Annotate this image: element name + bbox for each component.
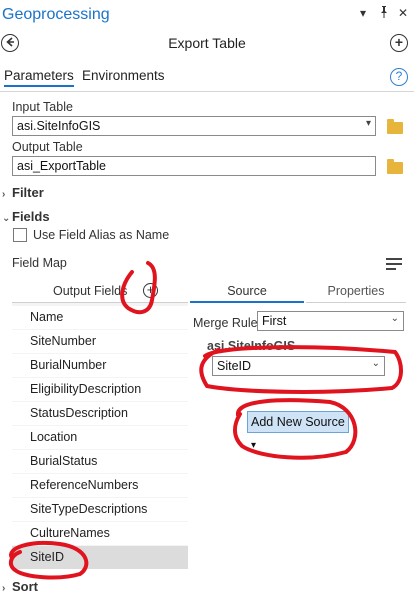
source-field-select[interactable]: SiteID ⌄ [212, 356, 385, 376]
output-fields-header-label: Output Fields [53, 284, 128, 298]
close-icon[interactable]: ✕ [398, 6, 408, 20]
source-field-value: SiteID [217, 359, 252, 373]
fields-section-header[interactable]: ⌄ Fields [2, 209, 50, 224]
pane-title-bar: Geoprocessing ▾ ✕ [0, 0, 414, 30]
source-table-label: asi.SiteInfoGIS [207, 339, 296, 353]
filter-section-header[interactable]: › Filter [2, 185, 44, 200]
tool-name: Export Table [168, 35, 246, 51]
add-circle-icon[interactable]: + [390, 34, 408, 52]
sort-section-header[interactable]: › Sort [2, 579, 38, 594]
list-item[interactable]: StatusDescription [12, 402, 188, 425]
merge-rule-label: Merge Rule [193, 316, 258, 330]
tab-strip: Parameters Environments ? [0, 66, 414, 90]
chevron-down-icon[interactable]: ⌄ [391, 313, 399, 324]
use-field-alias-label: Use Field Alias as Name [33, 228, 170, 242]
list-item[interactable]: SiteTypeDescriptions [12, 498, 188, 521]
chevron-down-icon: ⌄ [2, 213, 11, 224]
input-table-label: Input Table [12, 100, 73, 114]
list-item[interactable]: BurialNumber [12, 354, 188, 377]
tab-parameters[interactable]: Parameters [4, 68, 74, 87]
use-field-alias-checkbox[interactable] [13, 228, 27, 242]
list-item[interactable]: Location [12, 426, 188, 449]
input-table-field[interactable]: asi.SiteInfoGIS ▾ [12, 116, 376, 136]
tool-header: Export Table + [0, 32, 414, 56]
list-item[interactable]: CultureNames [12, 522, 188, 545]
tab-divider [0, 91, 414, 92]
pane-menu-icon[interactable]: ▾ [360, 6, 366, 20]
list-item[interactable]: SiteNumber [12, 330, 188, 353]
tab-source[interactable]: Source [190, 279, 304, 303]
output-table-value: asi_ExportTable [17, 159, 106, 173]
add-new-source-label: Add New Source [251, 415, 345, 429]
list-item[interactable]: EligibilityDescription [12, 378, 188, 401]
field-map-label: Field Map [12, 256, 67, 270]
chevron-right-icon: › [2, 583, 6, 594]
chevron-down-icon[interactable]: ⌄ [372, 358, 380, 369]
output-table-field[interactable]: asi_ExportTable [12, 156, 376, 176]
input-table-value: asi.SiteInfoGIS [17, 119, 101, 133]
add-field-icon[interactable]: + [143, 283, 158, 298]
filter-label: Filter [12, 185, 44, 200]
help-icon[interactable]: ? [390, 68, 408, 86]
merge-rule-value: First [262, 314, 287, 328]
tab-environments[interactable]: Environments [82, 68, 165, 83]
list-item[interactable]: ReferenceNumbers [12, 474, 188, 497]
chevron-down-icon: ▾ [251, 440, 257, 451]
field-map-options-icon[interactable] [386, 258, 402, 274]
output-fields-header: Output Fields + [12, 279, 188, 303]
list-item-selected[interactable]: SiteID [12, 546, 188, 569]
sort-label: Sort [12, 579, 38, 594]
list-item[interactable]: BurialStatus [12, 450, 188, 473]
list-item[interactable]: Name [12, 306, 188, 329]
folder-icon[interactable] [387, 119, 403, 134]
merge-rule-select[interactable]: First ⌄ [257, 311, 404, 331]
tab-properties[interactable]: Properties [306, 279, 406, 303]
chevron-down-icon[interactable]: ▾ [366, 118, 371, 129]
pin-icon[interactable] [379, 6, 389, 21]
folder-icon[interactable] [387, 159, 403, 174]
add-new-source-button[interactable]: Add New Source ▾ [247, 411, 349, 451]
chevron-right-icon: › [2, 189, 6, 200]
pane-title: Geoprocessing [2, 6, 110, 23]
output-table-label: Output Table [12, 140, 83, 154]
fields-label: Fields [12, 209, 50, 224]
